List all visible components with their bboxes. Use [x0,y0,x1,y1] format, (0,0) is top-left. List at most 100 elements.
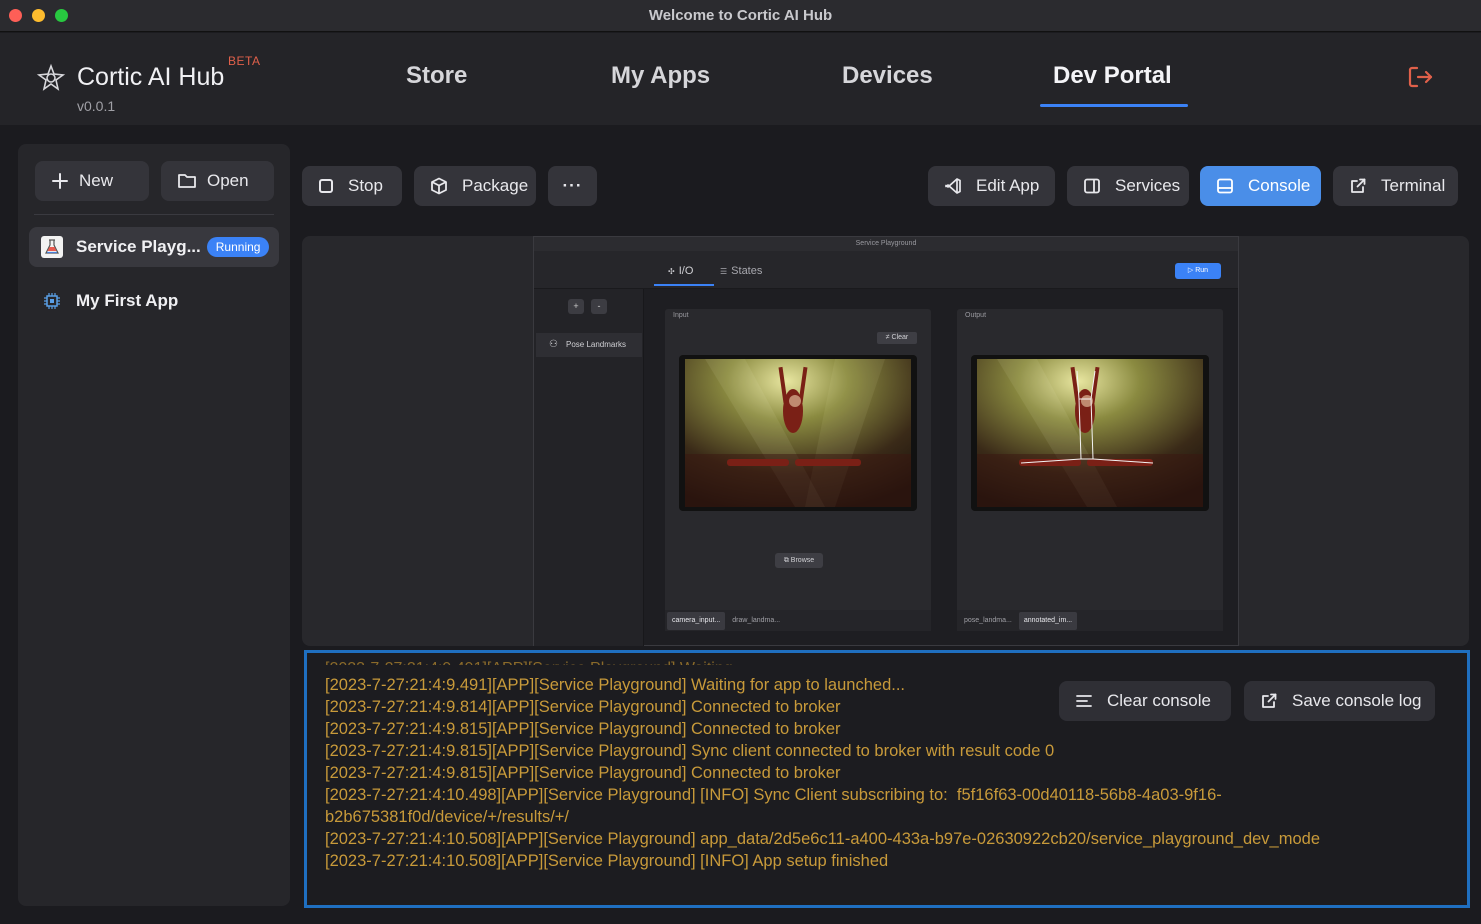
preview-window-title: Service Playground [534,237,1238,251]
sidebar-divider [34,214,274,215]
window-titlebar: Welcome to Cortic AI Hub [0,0,1481,32]
more-icon: ··· [562,176,583,195]
run-button[interactable]: ▷ Run [1175,263,1221,279]
status-badge: Running [206,237,270,257]
vscode-icon [945,178,961,194]
tab-io[interactable]: ✣ I/O [668,265,693,277]
open-app-label: Open [207,171,249,190]
app-name: My First App [76,291,179,310]
terminal-button[interactable]: Terminal [1333,166,1458,206]
pose-icon: ⚇ [549,339,558,350]
console-log-line: [2023-7-27:21:4:10.498][APP][Service Pla… [325,786,1222,826]
nav-active-indicator [1040,104,1188,107]
sidebar-item-service-playground[interactable]: Service Playg... Running [29,227,279,267]
logout-icon[interactable] [1406,63,1434,91]
app-header: Cortic AI Hub BETA v0.0.1 Store My Apps … [0,33,1481,125]
sidebar-item-my-first-app[interactable]: My First App [29,281,279,321]
more-options-button[interactable]: ··· [548,166,597,206]
output-stream-tab[interactable]: pose_landma... [959,612,1017,630]
tab-states-label: States [731,265,763,277]
clear-label: Clear [891,334,909,341]
service-playground-window: Service Playground ✣ I/O ☰ States ▷ Run + … [533,236,1239,646]
cortic-logo-icon [36,63,66,91]
clear-lines-icon [1076,695,1092,707]
output-panel-label: Output [965,312,987,319]
input-dancer-image [685,359,911,507]
edit-app-button[interactable]: Edit App [928,166,1055,206]
remove-service-button[interactable]: - [591,299,607,314]
folder-icon [178,174,196,188]
package-label: Package [462,176,529,195]
browse-button[interactable]: ⧉ Browse [775,553,823,568]
external-link-icon [1351,178,1366,193]
sidebar-panel-icon [1084,178,1100,194]
terminal-label: Terminal [1381,176,1446,195]
window-title: Welcome to Cortic AI Hub [648,7,833,24]
chip-icon [41,290,63,312]
stop-label: Stop [348,176,383,195]
save-console-log-button[interactable]: Save console log [1244,681,1435,721]
console-log-line: [2023-7-27:21:4:9.815][APP][Service Play… [325,764,841,782]
console-log-line: [2023-7-27:21:4:10.508][APP][Service Pla… [325,852,889,870]
browse-icon: ⧉ [783,557,791,564]
tab-io-label: I/O [678,265,694,277]
preview-tab-indicator [654,284,714,286]
preview-tab-bar: ✣ I/O ☰ States ▷ Run [534,251,1238,289]
brand-name: Cortic AI Hub [77,63,225,91]
input-image-frame [679,355,917,511]
new-app-button[interactable]: New [35,161,149,201]
output-panel: Output pose_landma... annotated_im... [957,309,1223,631]
input-stream-tabs: camera_input... draw_landma... [665,610,931,631]
external-link-icon [1262,693,1277,708]
input-stream-tab[interactable]: camera_input... [667,611,726,630]
nav-my-apps[interactable]: My Apps [611,62,710,90]
app-name: Service Playg... [76,237,201,256]
console-log-line: [2023-7-27:21:4:9.815][APP][Service Play… [325,720,841,738]
console-log-line: [2023-7-27:21:4:9.815][APP][Service Play… [325,742,1055,760]
add-service-button[interactable]: + [568,299,584,314]
app-version: v0.0.1 [77,98,116,114]
stop-icon [319,179,333,193]
services-label: Services [1115,176,1181,195]
package-button[interactable]: Package [414,166,536,206]
console-panel: [2023-7-27:21:4:9.491][APP][Service Play… [304,650,1470,908]
input-panel: Input ≠ Clear ⧉ Browse camera_input... d… [665,309,931,631]
nav-store[interactable]: Store [406,62,467,90]
output-image-frame [971,355,1209,511]
input-stream-tab[interactable]: draw_landma... [727,612,785,630]
clear-console-label: Clear console [1107,691,1211,710]
new-app-label: New [79,171,114,190]
apps-sidebar: New Open Service Playg... Running My Fir… [18,144,290,906]
services-button[interactable]: Services [1067,166,1189,206]
flask-icon [41,236,63,258]
run-label: Run [1195,267,1209,274]
nav-devices[interactable]: Devices [842,62,933,90]
input-panel-label: Input [673,312,689,319]
output-stream-tabs: pose_landma... annotated_im... [957,610,1223,631]
output-stream-tab[interactable]: annotated_im... [1018,611,1078,630]
edit-app-label: Edit App [976,176,1040,195]
io-icon: ✣ [668,267,675,276]
console-panel-icon [1217,178,1233,194]
service-item-label: Pose Landmarks [566,340,627,349]
stop-button[interactable]: Stop [302,166,402,206]
plus-icon [52,173,68,189]
output-annotated-image [977,359,1203,507]
console-label: Console [1248,176,1311,195]
app-preview-area: Service Playground ✣ I/O ☰ States ▷ Run + … [302,236,1469,646]
open-app-button[interactable]: Open [161,161,274,201]
browse-label: Browse [790,557,815,564]
clear-input-button[interactable]: ≠ Clear [877,332,917,344]
service-item-pose-landmarks[interactable]: ⚇ Pose Landmarks [536,333,642,357]
console-log-cut-line: [2023-7-27:21:4:9.491][APP][Service Play… [325,658,765,665]
clear-console-button[interactable]: Clear console [1059,681,1231,721]
tab-states[interactable]: ☰ States [720,265,762,277]
package-icon [431,177,447,195]
nav-dev-portal[interactable]: Dev Portal [1053,62,1172,90]
console-log-line: [2023-7-27:21:4:10.508][APP][Service Pla… [325,830,1321,848]
save-console-log-label: Save console log [1292,691,1422,710]
beta-badge: BETA [228,54,261,68]
console-button[interactable]: Console [1200,166,1321,206]
database-icon: ☰ [720,267,728,276]
preview-service-list: + - ⚇ Pose Landmarks [534,289,644,646]
